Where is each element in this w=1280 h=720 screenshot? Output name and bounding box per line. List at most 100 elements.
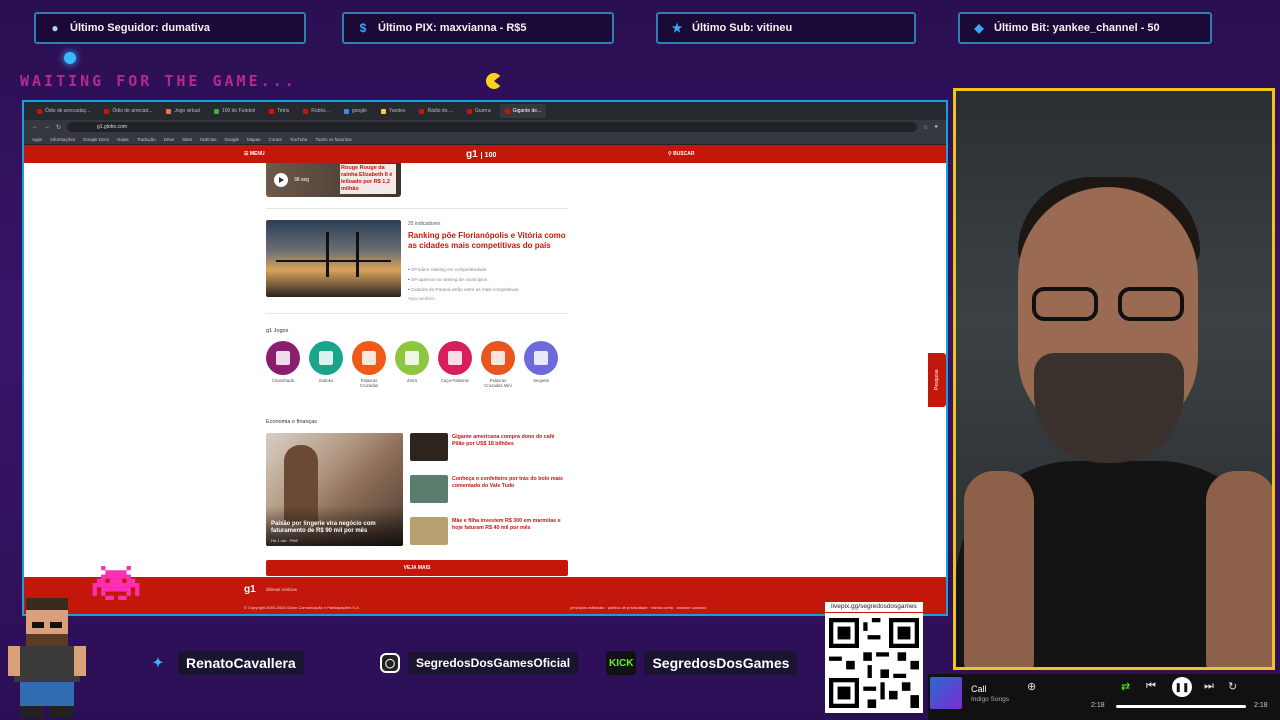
game-sequela[interactable]: Sequela — [524, 341, 558, 383]
forward-icon[interactable]: → — [44, 124, 50, 130]
related-link[interactable]: Veja também — [408, 296, 435, 301]
economy-item-title[interactable]: Mãe e filha investem R$ 300 em marmitas … — [452, 518, 564, 531]
footer-text[interactable]: últimas notícias — [266, 587, 297, 592]
back-icon[interactable]: ← — [32, 124, 38, 130]
bookmark-item[interactable]: Notícias — [200, 137, 216, 142]
bookmark-item[interactable]: YouTube — [290, 137, 308, 142]
profile-icon[interactable]: ● — [934, 124, 938, 130]
play-icon[interactable] — [274, 173, 288, 187]
alert-text: Último Seguidor: dumativa — [70, 22, 210, 34]
economy-item-title[interactable]: Gigante americana compra dono do café Pi… — [452, 434, 564, 447]
music-player: Call Indigo Songs ⊕ ⇄ ⏮ ❚❚ ⏭ ↻ 2:18 2:18 — [928, 674, 1280, 720]
cam-arm — [964, 471, 1034, 667]
economy-thumb[interactable] — [410, 433, 448, 461]
browser-tab[interactable]: Guerra — [462, 104, 496, 118]
browser-tab[interactable]: google — [339, 104, 372, 118]
economy-main-card[interactable]: Paixão por lingerie vira negócio com fat… — [266, 433, 403, 546]
instagram-label: SegredosDosGamesOficial — [408, 652, 579, 674]
game-icon[interactable] — [352, 341, 386, 375]
webcam-feed — [953, 88, 1275, 670]
pesquisa-tab[interactable]: Pesquisa — [928, 353, 946, 407]
diamond-icon: ◆ — [974, 21, 984, 35]
progress-bar[interactable] — [1116, 705, 1246, 708]
footer-logo[interactable]: g1 — [244, 584, 256, 595]
star-icon[interactable]: ☆ — [923, 124, 928, 131]
bookmark-item[interactable]: Google Docs — [83, 137, 109, 142]
divider — [266, 313, 568, 314]
g1-header: ☰ MENU g1 100 ⚲ BUSCAR — [24, 145, 946, 163]
economy-thumb[interactable] — [410, 475, 448, 503]
video-title[interactable]: Rouge Rouge da rainha Elizabeth II é lei… — [340, 164, 396, 194]
economy-thumb[interactable] — [410, 517, 448, 545]
menu-button[interactable]: ☰ MENU — [244, 151, 265, 157]
bookmark-item[interactable]: Mapas — [247, 137, 261, 142]
game-palavras-cruzadas[interactable]: Palavras Cruzadas — [352, 341, 386, 388]
bookmark-item[interactable]: Todos os favoritos — [315, 137, 351, 142]
featured-image[interactable] — [266, 220, 401, 297]
game-sudoku[interactable]: Sudoku — [309, 341, 343, 383]
bullet-link[interactable]: Cidades do Paraná estão entre as mais co… — [408, 285, 563, 295]
game-zetra[interactable]: Zetra — [395, 341, 429, 383]
bookmark-item[interactable]: Informações — [50, 137, 75, 142]
game-icon[interactable] — [266, 341, 300, 375]
g1-logo[interactable]: g1 100 — [466, 149, 497, 160]
bookmark-item[interactable]: Google — [224, 137, 239, 142]
footer-links[interactable]: princípios editoriais · política de priv… — [570, 605, 707, 610]
repeat-icon[interactable]: ↻ — [1228, 680, 1237, 693]
pacman-icon — [486, 73, 502, 89]
browser-tab-active[interactable]: Gigante de... — [499, 104, 547, 118]
browser-tab[interactable]: Jogo virtual — [161, 104, 205, 118]
tab-bar: Ódio de arrecadaç... Ódio de arrecad... … — [24, 102, 946, 120]
cam-glasses — [1032, 287, 1188, 321]
game-icon[interactable] — [309, 341, 343, 375]
pixel-character-icon — [8, 598, 86, 718]
browser-tab[interactable]: Ódio de arrecadaç... — [32, 104, 95, 118]
game-icon[interactable] — [524, 341, 558, 375]
divider — [266, 208, 568, 209]
url-input[interactable]: g1.globo.com — [67, 122, 917, 132]
pause-button[interactable]: ❚❚ — [1172, 677, 1192, 697]
add-icon[interactable]: ⊕ — [1027, 680, 1036, 693]
next-icon[interactable]: ⏭ — [1204, 680, 1214, 693]
previous-icon[interactable]: ⏮ — [1146, 680, 1156, 693]
game-icon[interactable] — [395, 341, 429, 375]
game-caca-palavras[interactable]: Caça-Palavras — [438, 341, 472, 383]
game-icon[interactable] — [481, 341, 515, 375]
qr-label: livepix.gg/segredosdosgames — [825, 602, 923, 612]
bookmark-item[interactable]: Tradução — [137, 137, 156, 142]
twitter-handle: ✦ RenatoCavallera — [146, 648, 304, 678]
reload-icon[interactable]: ↻ — [56, 124, 61, 131]
bullet-link[interactable]: SP lidera ranking em competitividade — [408, 265, 563, 275]
browser-tab[interactable]: Tetris — [264, 104, 294, 118]
game-cruzadas-mini[interactable]: Palavras Cruzadas Mini — [481, 341, 515, 388]
news-column: 38 seg Rouge Rouge da rainha Elizabeth I… — [266, 163, 568, 598]
video-thumbnail[interactable]: 38 seg Rouge Rouge da rainha Elizabeth I… — [266, 163, 401, 197]
twitter-label: RenatoCavallera — [178, 651, 304, 675]
game-icon[interactable] — [438, 341, 472, 375]
browser-tab[interactable]: Yandex — [376, 104, 411, 118]
time-total: 2:18 — [1254, 702, 1268, 709]
browser-tab[interactable]: 100 do Futebol — [209, 104, 260, 118]
browser-tab[interactable]: Rádio do ... — [414, 104, 458, 118]
bookmark-item[interactable]: Cortes — [268, 137, 281, 142]
featured-headline[interactable]: Ranking põe Florianópolis e Vitória como… — [408, 231, 566, 250]
bookmark-item[interactable]: Drive — [164, 137, 175, 142]
bullet-link[interactable]: SP aparece no ranking de municípios — [408, 275, 563, 285]
qr-code — [825, 613, 923, 713]
economy-item-title[interactable]: Conheça o confeiteiro por trás do bolo m… — [452, 476, 564, 489]
alert-text: Último PIX: maxvianna - R$5 — [378, 22, 527, 34]
economy-main-title[interactable]: Paixão por lingerie vira negócio com fat… — [271, 521, 399, 535]
song-title: Call — [971, 684, 987, 694]
see-more-button[interactable]: VEJA MAIS — [266, 560, 568, 576]
browser-tab[interactable]: Robôs .. — [298, 104, 335, 118]
kick-handle: KICK SegredosDosGames — [606, 648, 798, 678]
bookmark-item[interactable]: Sites — [182, 137, 192, 142]
alert-last-follower: ● Último Seguidor: dumativa — [34, 12, 306, 44]
browser-tab[interactable]: Ódio de arrecad... — [99, 104, 157, 118]
shuffle-icon[interactable]: ⇄ — [1121, 680, 1130, 693]
bookmark-item[interactable]: Apps — [32, 137, 42, 142]
game-caminhada[interactable]: Caminhada — [266, 341, 300, 383]
bookmark-item[interactable]: Guias — [117, 137, 129, 142]
cam-beard — [1034, 353, 1184, 463]
search-button[interactable]: ⚲ BUSCAR — [668, 151, 694, 157]
